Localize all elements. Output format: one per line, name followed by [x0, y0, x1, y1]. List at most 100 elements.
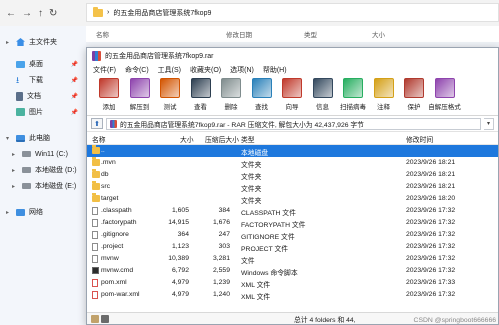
file-type: FACTORYPATH 文件	[241, 222, 306, 229]
menu-commands[interactable]: 命令(C)	[125, 65, 149, 75]
chevron-right-icon[interactable]: ▸	[12, 151, 18, 158]
picture-icon	[16, 108, 25, 116]
column-type[interactable]: 类型	[241, 134, 255, 144]
menu-tools[interactable]: 工具(S)	[158, 65, 181, 75]
pin-icon[interactable]: 📌	[71, 109, 78, 116]
sidebar-item-downloads[interactable]: ⭳ 下载 📌	[0, 72, 86, 88]
file-packed-size: 2,559	[212, 267, 230, 274]
drive-icon[interactable]	[101, 314, 109, 323]
column-size[interactable]: 大小	[372, 29, 385, 39]
toolbar-button-info[interactable]: 信息	[309, 76, 337, 111]
sidebar-item-network[interactable]: ▸ 网络	[0, 204, 86, 220]
winrar-titlebar[interactable]: 的五金用品商店管理系统7fkop9.rar	[87, 48, 498, 64]
menu-help[interactable]: 帮助(H)	[263, 65, 287, 75]
chevron-down-icon[interactable]: ▾	[484, 117, 494, 130]
file-type: PROJECT 文件	[241, 246, 289, 253]
explorer-topbar: ← → ↑ ↻ › 的五金用品商店管理系统7fkop9	[0, 0, 499, 26]
archive-path-field[interactable]: 的五金用品商店管理系统7fkop9.rar - RAR 压缩文件, 解包大小为 …	[106, 117, 481, 130]
file-row[interactable]: .. 本地磁盘	[87, 145, 498, 157]
file-row[interactable]: .classpath 1,605 384 CLASSPATH 文件 2023/9/26 …	[87, 205, 498, 217]
menu-options[interactable]: 选项(N)	[230, 65, 254, 75]
toolbar-button-wizard[interactable]: 向导	[278, 76, 306, 111]
toolbar-button-label: 自解压格式	[428, 104, 461, 111]
file-row[interactable]: mvnw.cmd 6,792 2,559 Windows 命令脚本 2023/9/26 …	[87, 265, 498, 277]
toolbar-button-protect[interactable]: 保护	[400, 76, 428, 111]
chevron-right-icon[interactable]: ▸	[12, 167, 18, 174]
toolbar-button-virus-scan[interactable]: 扫描病毒	[339, 76, 367, 111]
file-row[interactable]: .project 1,123 303 PROJECT 文件 2023/9/26 17:3…	[87, 241, 498, 253]
file-size: 10,389	[168, 255, 189, 262]
chevron-right-icon[interactable]: ▸	[6, 39, 12, 46]
sidebar-item-pictures[interactable]: 图片 📌	[0, 104, 86, 120]
sidebar-item-drive-c[interactable]: ▸ Win11 (C:)	[0, 146, 86, 162]
sidebar-item-this-pc[interactable]: ▾ 此电脑	[0, 130, 86, 146]
watermark: CSDN @springboot666666	[413, 317, 496, 324]
archive-path-text: 的五金用品商店管理系统7fkop9.rar - RAR 压缩文件, 解包大小为 …	[120, 121, 364, 129]
file-row[interactable]: target 文件夹 2023/9/26 18:20	[87, 193, 498, 205]
sidebar-item-label: 此电脑	[29, 135, 50, 142]
explorer-address-bar[interactable]: › 的五金用品商店管理系统7fkop9	[86, 3, 499, 22]
refresh-icon[interactable]: ↻	[49, 8, 57, 19]
file-row[interactable]: db 文件夹 2023/9/26 18:21	[87, 169, 498, 181]
toolbar-button-sfx[interactable]: 自解压格式	[428, 76, 461, 111]
drive-icon	[22, 183, 31, 189]
toolbar-button-comment[interactable]: 注释	[370, 76, 398, 111]
pin-icon[interactable]: 📌	[71, 77, 78, 84]
toolbar-button-test[interactable]: 测试	[156, 76, 184, 111]
column-name[interactable]: 名称	[96, 29, 109, 39]
menu-favorites[interactable]: 收藏夹(O)	[190, 65, 221, 75]
file-row[interactable]: pom-war.xml 4,979 1,240 XML 文件 2023/9/26 17:…	[87, 289, 498, 301]
view-icon	[190, 78, 211, 98]
file-icon	[92, 231, 98, 239]
folder-icon	[92, 157, 100, 166]
winrar-pathbar: ⬆ 的五金用品商店管理系统7fkop9.rar - RAR 压缩文件, 解包大小…	[87, 116, 498, 132]
folder-icon	[92, 169, 100, 178]
protect-icon	[404, 78, 424, 98]
column-packed[interactable]: 压缩后大小	[205, 134, 239, 144]
file-icon	[92, 219, 98, 227]
column-size[interactable]: 大小	[180, 134, 194, 144]
chevron-right-icon[interactable]: ▸	[6, 209, 12, 216]
toolbar-button-find[interactable]: 查找	[248, 76, 276, 111]
file-row[interactable]: pom.xml 4,979 1,239 XML 文件 2023/9/26 17:33	[87, 277, 498, 289]
file-row[interactable]: src 文件夹 2023/9/26 18:21	[87, 181, 498, 193]
menu-file[interactable]: 文件(F)	[93, 65, 116, 75]
column-modified[interactable]: 修改日期	[226, 29, 252, 39]
toolbar-button-view[interactable]: 查看	[187, 76, 215, 111]
up-folder-button[interactable]: ⬆	[91, 118, 103, 129]
sidebar-item-desktop[interactable]: 桌面 📌	[0, 56, 86, 72]
file-row[interactable]: .factorypath 14,915 1,676 FACTORYPATH 文件 202…	[87, 217, 498, 229]
file-type: XML 文件	[241, 294, 271, 301]
winrar-logo-icon	[92, 51, 101, 61]
key-icon[interactable]	[91, 314, 99, 323]
up-arrow-icon[interactable]: ↑	[38, 8, 43, 19]
toolbar-button-extract[interactable]: 解压到	[126, 76, 154, 111]
toolbar-button-label: 信息	[316, 104, 329, 111]
back-arrow-icon[interactable]: ←	[6, 8, 16, 19]
toolbar-button-delete[interactable]: 删除	[217, 76, 245, 111]
sidebar-item-drive-d[interactable]: ▸ 本地磁盘 (D:)	[0, 162, 86, 178]
chevron-down-icon[interactable]: ▾	[6, 135, 12, 142]
column-name[interactable]: 名称	[92, 134, 106, 144]
file-row[interactable]: .gitignore 364 247 GITIGNORE 文件 2023/9/26 17…	[87, 229, 498, 241]
sidebar-item-home[interactable]: ▸ 主文件夹	[0, 34, 86, 50]
xml-icon	[92, 291, 98, 299]
sidebar-item-documents[interactable]: 文档 📌	[0, 88, 86, 104]
file-row[interactable]: mvnw 10,389 3,281 文件 2023/9/26 17:32	[87, 253, 498, 265]
chevron-right-icon[interactable]: ▸	[12, 183, 18, 190]
sidebar-item-drive-e[interactable]: ▸ 本地磁盘 (E:)	[0, 178, 86, 194]
column-modified[interactable]: 修改时间	[406, 134, 433, 144]
pin-icon[interactable]: 📌	[71, 93, 78, 100]
file-packed-size: 1,240	[212, 291, 230, 298]
forward-arrow-icon[interactable]: →	[22, 8, 32, 19]
file-modified: 2023/9/26 18:20	[406, 195, 456, 202]
file-icon	[92, 207, 98, 215]
folder-icon	[93, 6, 103, 17]
desktop-icon	[16, 60, 25, 68]
file-row[interactable]: .mvn 文件夹 2023/9/26 18:21	[87, 157, 498, 169]
file-modified: 2023/9/26 17:32	[406, 219, 456, 226]
column-type[interactable]: 类型	[304, 29, 317, 39]
toolbar-button-add[interactable]: 添加	[95, 76, 123, 111]
archive-icon	[110, 119, 117, 128]
pin-icon[interactable]: 📌	[71, 61, 78, 68]
